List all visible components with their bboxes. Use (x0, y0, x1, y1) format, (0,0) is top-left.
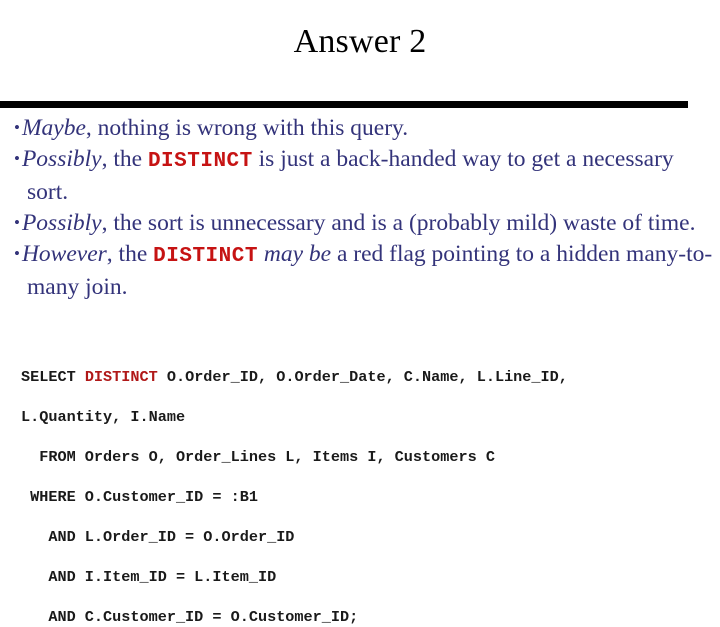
sql-line: AND C.Customer_ID = O.Customer_ID; (21, 607, 711, 627)
sql-code-block: SELECT DISTINCT O.Order_ID, O.Order_Date… (21, 367, 711, 627)
emphasized-text: may be (263, 241, 332, 267)
sql-line: AND L.Order_ID = O.Order_ID (21, 527, 711, 547)
bullet-possibly-unnecessary: •Possibly, the sort is unnecessary and i… (14, 208, 714, 239)
text-run: WHERE O.Customer_ID = :B1 (21, 488, 258, 506)
text-run: AND C.Customer_ID = O.Customer_ID; (21, 608, 359, 626)
emphasized-text: Maybe (21, 115, 86, 141)
emphasized-text: Possibly (21, 146, 102, 172)
bullet-list: •Maybe, nothing is wrong with this query… (14, 113, 714, 303)
text-run: , nothing is wrong with this query. (85, 115, 409, 141)
distinct-keyword: DISTINCT (153, 245, 258, 268)
sql-query-text: SELECT DISTINCT O.Order_ID, O.Order_Date… (21, 367, 711, 627)
bullet-dot-icon: • (14, 148, 20, 168)
bullet-dot-icon: • (14, 212, 20, 232)
text-run: L.Quantity, I.Name (21, 408, 186, 426)
sql-line: SELECT DISTINCT O.Order_ID, O.Order_Date… (21, 367, 711, 387)
text-run: AND I.Item_ID = L.Item_ID (21, 568, 277, 586)
bullet-dot-icon: • (14, 243, 20, 263)
text-run: O.Order_ID, O.Order_Date, C.Name, L.Line… (157, 368, 568, 386)
sql-line: WHERE O.Customer_ID = :B1 (21, 487, 711, 507)
sql-line: AND I.Item_ID = L.Item_ID (21, 567, 711, 587)
bullet-maybe: •Maybe, nothing is wrong with this query… (14, 113, 714, 144)
text-run: , the (101, 146, 148, 172)
slide-title-area: Answer 2 (0, 22, 720, 62)
emphasized-text: Possibly (21, 210, 102, 236)
sql-line: FROM Orders O, Order_Lines L, Items I, C… (21, 447, 711, 467)
text-run: , the sort is unnecessary and is a (prob… (101, 210, 696, 236)
page-title: Answer 2 (293, 23, 427, 60)
text-run: SELECT (21, 368, 85, 386)
sql-line: L.Quantity, I.Name (21, 407, 711, 427)
text-run: AND L.Order_ID = O.Order_ID (21, 528, 295, 546)
bullet-possibly-back-handed: •Possibly, the DISTINCT is just a back-h… (14, 144, 714, 208)
emphasized-text: However (21, 241, 107, 267)
slide: Answer 2 •Maybe, nothing is wrong with t… (0, 0, 720, 626)
distinct-keyword: DISTINCT (147, 150, 253, 173)
title-divider-rule (0, 101, 688, 108)
text-run: , the (106, 241, 154, 267)
distinct-keyword: DISTINCT (84, 368, 158, 386)
text-run: FROM Orders O, Order_Lines L, Items I, C… (21, 448, 495, 466)
bullet-however-red-flag: •However, the DISTINCT may be a red flag… (14, 239, 714, 303)
bullet-dot-icon: • (14, 117, 20, 137)
